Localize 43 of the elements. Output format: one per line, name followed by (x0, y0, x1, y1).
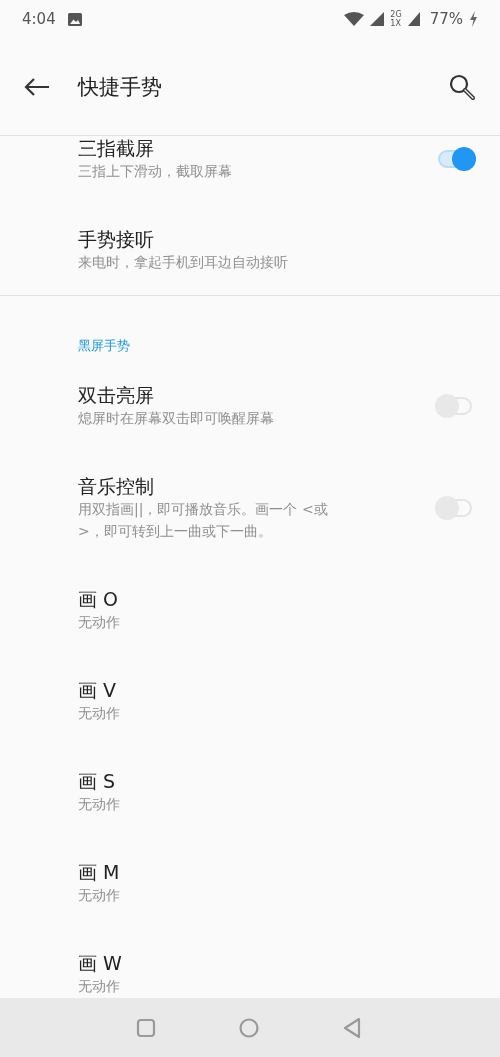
settings-item[interactable]: 音乐控制 用双指画||，即可播放音乐。画一个 <或 >，即可转到上一曲或下一曲。 (0, 457, 500, 570)
battery-percent: 77% (429, 10, 463, 28)
network-label: 1X (390, 19, 402, 28)
settings-item[interactable]: 画 S 无动作 (0, 752, 500, 843)
page-title: 快捷手势 (78, 73, 162, 101)
home-icon[interactable] (238, 1016, 260, 1039)
charging-icon (469, 11, 478, 27)
item-title: 三指截屏 (78, 136, 155, 160)
item-title: 音乐控制 (78, 474, 155, 498)
item-title: 画 V (78, 678, 118, 702)
item-title: 画 W (78, 951, 123, 975)
item-title: 手势接听 (78, 227, 155, 251)
settings-item[interactable]: 手势接听 来电时，拿起手机到耳边自动接听 (0, 210, 500, 295)
signal-icon (370, 12, 385, 26)
section-title: 黑屏手势 (77, 337, 131, 355)
item-title: 画 M (78, 860, 121, 884)
image-icon (67, 12, 82, 26)
search-icon[interactable] (448, 72, 476, 101)
item-title: 画 S (78, 769, 117, 793)
item-subtitle: 无动作 (78, 977, 121, 996)
status-time: 4:04 (22, 10, 56, 28)
settings-item[interactable]: 三指截屏 三指上下滑动，截取屏幕 (0, 136, 500, 210)
network-label: 2G (390, 10, 402, 19)
settings-item[interactable]: 画 M 无动作 (0, 843, 500, 934)
item-subtitle: 用双指画||，即可播放音乐。画一个 <或 >，即可转到上一曲或下一曲。 (78, 500, 328, 541)
item-title: 双击亮屏 (78, 383, 155, 407)
settings-item[interactable]: 双击亮屏 熄屏时在屏幕双击即可唤醒屏幕 (0, 366, 500, 457)
recents-icon[interactable] (136, 1017, 156, 1038)
settings-item[interactable]: 画 O 无动作 (0, 570, 500, 661)
item-subtitle: 熄屏时在屏幕双击即可唤醒屏幕 (78, 409, 275, 428)
item-title: 画 O (78, 587, 119, 611)
item-subtitle: 无动作 (78, 795, 121, 814)
item-subtitle: 来电时，拿起手机到耳边自动接听 (78, 253, 289, 272)
settings-item[interactable]: 画 V 无动作 (0, 661, 500, 752)
item-subtitle: 三指上下滑动，截取屏幕 (78, 162, 233, 181)
item-subtitle: 无动作 (78, 886, 121, 905)
back-triangle-icon[interactable] (342, 1016, 362, 1039)
wifi-icon (344, 12, 365, 26)
back-icon[interactable] (24, 76, 50, 97)
signal-icon (407, 12, 420, 26)
item-subtitle: 无动作 (78, 704, 121, 723)
settings-item[interactable]: 画 W 无动作 (0, 934, 500, 998)
item-subtitle: 无动作 (78, 613, 121, 632)
